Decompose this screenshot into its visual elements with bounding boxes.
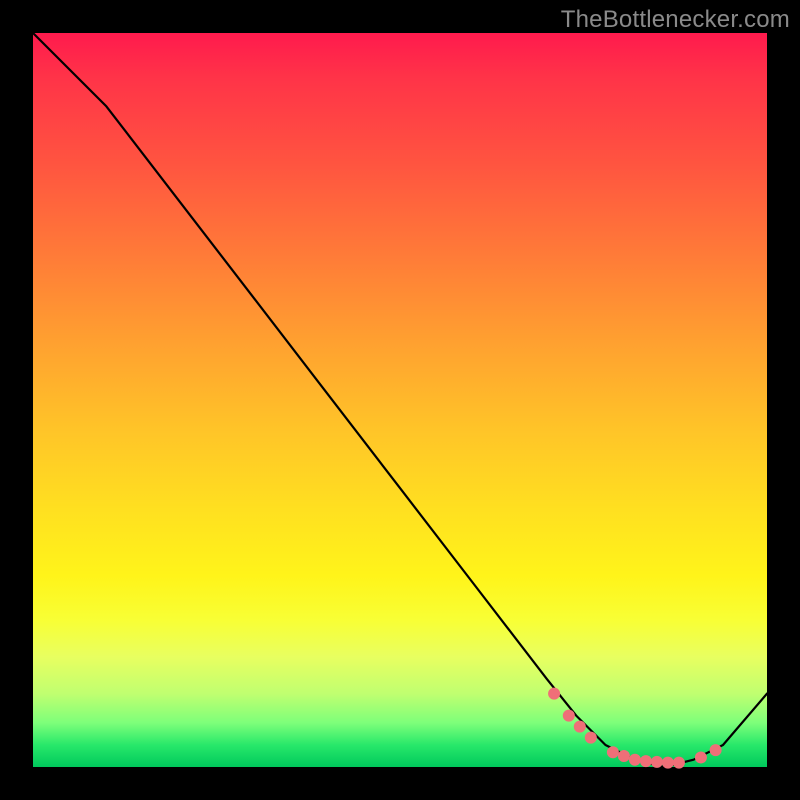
highlight-marker [629, 754, 641, 766]
plot-area [33, 33, 767, 767]
highlight-marker [673, 757, 685, 769]
watermark-text: TheBottlenecker.com [561, 6, 790, 34]
marker-group [548, 688, 722, 769]
highlight-marker [618, 750, 630, 762]
bottleneck-curve [33, 33, 767, 767]
highlight-marker [651, 756, 663, 768]
highlight-marker [563, 710, 575, 722]
highlight-marker [585, 732, 597, 744]
highlight-marker [574, 721, 586, 733]
highlight-marker [695, 752, 707, 764]
highlight-marker [607, 746, 619, 758]
highlight-marker [548, 688, 560, 700]
highlight-marker [710, 744, 722, 756]
highlight-marker [662, 757, 674, 769]
chart-frame: TheBottlenecker.com [0, 0, 800, 800]
highlight-marker [640, 755, 652, 767]
chart-overlay [33, 33, 767, 767]
